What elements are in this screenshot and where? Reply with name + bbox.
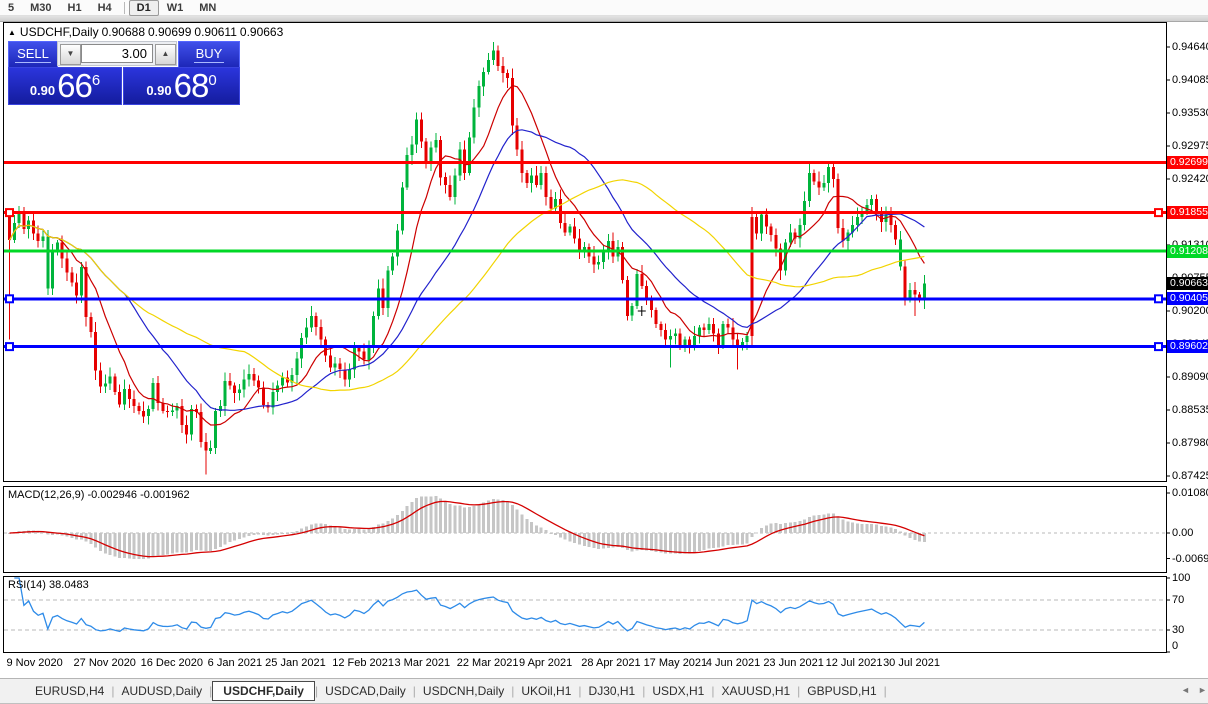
date-tick: 9 Nov 2020	[7, 657, 63, 669]
timeframe-button-d1[interactable]: D1	[129, 0, 159, 16]
volume-increase-button[interactable]: ▲	[155, 44, 176, 65]
price-tick: 0.89090	[1172, 371, 1208, 383]
macd-tick: 0.00	[1172, 527, 1193, 539]
date-tick: 4 Jun 2021	[706, 657, 760, 669]
tab-separator: |	[884, 684, 887, 698]
current-price-badge: 0.90663	[1167, 277, 1208, 290]
line-price-badge: 0.92699	[1167, 156, 1208, 169]
rsi-tick: 0	[1172, 640, 1178, 652]
date-tick: 30 Jul 2021	[883, 657, 940, 669]
timeframe-button-m30[interactable]: M30	[22, 1, 59, 15]
direction-up-icon: ▲	[8, 28, 16, 37]
line-price-badge: 0.91208	[1167, 245, 1208, 258]
date-tick: 25 Jan 2021	[265, 657, 326, 669]
tab-gbpusd-h1[interactable]: GBPUSD,H1	[800, 682, 883, 700]
sell-button[interactable]: SELL	[8, 41, 58, 68]
timeframe-button-5[interactable]: 5	[0, 1, 22, 15]
line-price-badge: 0.91855	[1167, 206, 1208, 219]
date-tick: 27 Nov 2020	[74, 657, 136, 669]
buy-button[interactable]: BUY	[178, 41, 240, 68]
sell-price-display[interactable]: 0.90 66 6	[8, 67, 122, 105]
timeframe-toolbar: 5M30H1H4 D1W1MN	[0, 0, 1208, 16]
tab-dj30-h1[interactable]: DJ30,H1	[582, 682, 643, 700]
volume-spinner: ▼ 3.00 ▲	[57, 41, 177, 66]
buy-button-label: BUY	[194, 46, 225, 63]
tab-scroll-left[interactable]: ◄	[1181, 685, 1190, 695]
tab-usdx-h1[interactable]: USDX,H1	[645, 682, 711, 700]
price-tick: 0.94085	[1172, 74, 1208, 86]
volume-input[interactable]: 3.00	[81, 44, 153, 63]
quote-low: 0.90611	[194, 25, 237, 39]
macd-label: MACD(12,26,9) -0.002946 -0.001962	[8, 489, 190, 501]
macd-tick: 0.010805	[1172, 487, 1208, 499]
quote-line: ▲ USDCHF,Daily0.906880.906990.906110.9066…	[8, 25, 286, 39]
rsi-tick: 70	[1172, 594, 1184, 606]
one-click-trading-panel: SELL ▼ 3.00 ▲ BUY 0.90 66 6 0.90 68 0	[8, 41, 238, 103]
price-tick: 0.93530	[1172, 107, 1208, 119]
tab-usdcad-daily[interactable]: USDCAD,Daily	[318, 682, 413, 700]
price-tick: 0.90200	[1172, 305, 1208, 317]
tab-ukoil-h1[interactable]: UKOil,H1	[514, 682, 578, 700]
macd-tick: -0.006948	[1172, 553, 1208, 565]
quote-symbol: USDCHF,Daily	[20, 25, 99, 39]
tab-usdcnh-daily[interactable]: USDCNH,Daily	[416, 682, 511, 700]
price-tick: 0.87980	[1172, 437, 1208, 449]
date-tick: 9 Apr 2021	[519, 657, 572, 669]
timeframe-button-w1[interactable]: W1	[159, 1, 192, 15]
sell-button-label: SELL	[15, 46, 51, 63]
buy-price-prefix: 0.90	[146, 83, 171, 98]
tab-eurusd-h4[interactable]: EURUSD,H4	[28, 682, 111, 700]
date-tick: 6 Jan 2021	[208, 657, 262, 669]
rsi-panel[interactable]	[3, 576, 1167, 653]
tab-scroll-right[interactable]: ►	[1198, 685, 1207, 695]
line-price-badge: 0.89602	[1167, 340, 1208, 353]
buy-price-big: 68	[174, 67, 209, 105]
chart-tab-bar: EURUSD,H4|AUDUSD,Daily|USDCHF,Daily|USDC…	[0, 678, 1208, 704]
buy-price-display[interactable]: 0.90 68 0	[123, 67, 240, 105]
line-price-badge: 0.90405	[1167, 292, 1208, 305]
rsi-tick: 30	[1172, 624, 1184, 636]
date-tick: 16 Dec 2020	[141, 657, 203, 669]
price-tick: 0.94640	[1172, 41, 1208, 53]
price-tick: 0.88535	[1172, 404, 1208, 416]
tab-audusd-daily[interactable]: AUDUSD,Daily	[114, 682, 209, 700]
buy-price-pip: 0	[208, 72, 216, 89]
date-tick: 28 Apr 2021	[581, 657, 640, 669]
date-tick: 12 Feb 2021	[332, 657, 394, 669]
timeframe-button-mn[interactable]: MN	[191, 1, 224, 15]
sell-price-big: 66	[57, 67, 92, 105]
quote-close: 0.90663	[240, 25, 283, 39]
terminal-window: 5M30H1H4D1W1MN ▲USDCHF,Daily0.906880.906…	[0, 0, 1208, 704]
date-tick: 3 Mar 2021	[394, 657, 450, 669]
tab-usdchf-daily[interactable]: USDCHF,Daily	[212, 681, 315, 701]
tab-xauusd-h1[interactable]: XAUUSD,H1	[714, 682, 797, 700]
rsi-tick: 100	[1172, 572, 1190, 584]
sell-price-pip: 6	[92, 72, 100, 89]
toolbar-separator	[124, 2, 125, 14]
price-tick: 0.92420	[1172, 173, 1208, 185]
price-tick: 0.92975	[1172, 140, 1208, 152]
date-tick: 12 Jul 2021	[826, 657, 883, 669]
quote-high: 0.90699	[148, 25, 191, 39]
rsi-label: RSI(14) 38.0483	[8, 579, 89, 591]
price-tick: 0.87425	[1172, 470, 1208, 482]
quote-open: 0.90688	[102, 25, 145, 39]
timeframe-button-h1[interactable]: H1	[60, 1, 90, 15]
volume-decrease-button[interactable]: ▼	[60, 44, 81, 65]
timeframe-button-h4[interactable]: H4	[90, 1, 120, 15]
sell-price-prefix: 0.90	[30, 83, 55, 98]
date-tick: 22 Mar 2021	[457, 657, 519, 669]
date-tick: 17 May 2021	[644, 657, 708, 669]
date-tick: 23 Jun 2021	[763, 657, 824, 669]
